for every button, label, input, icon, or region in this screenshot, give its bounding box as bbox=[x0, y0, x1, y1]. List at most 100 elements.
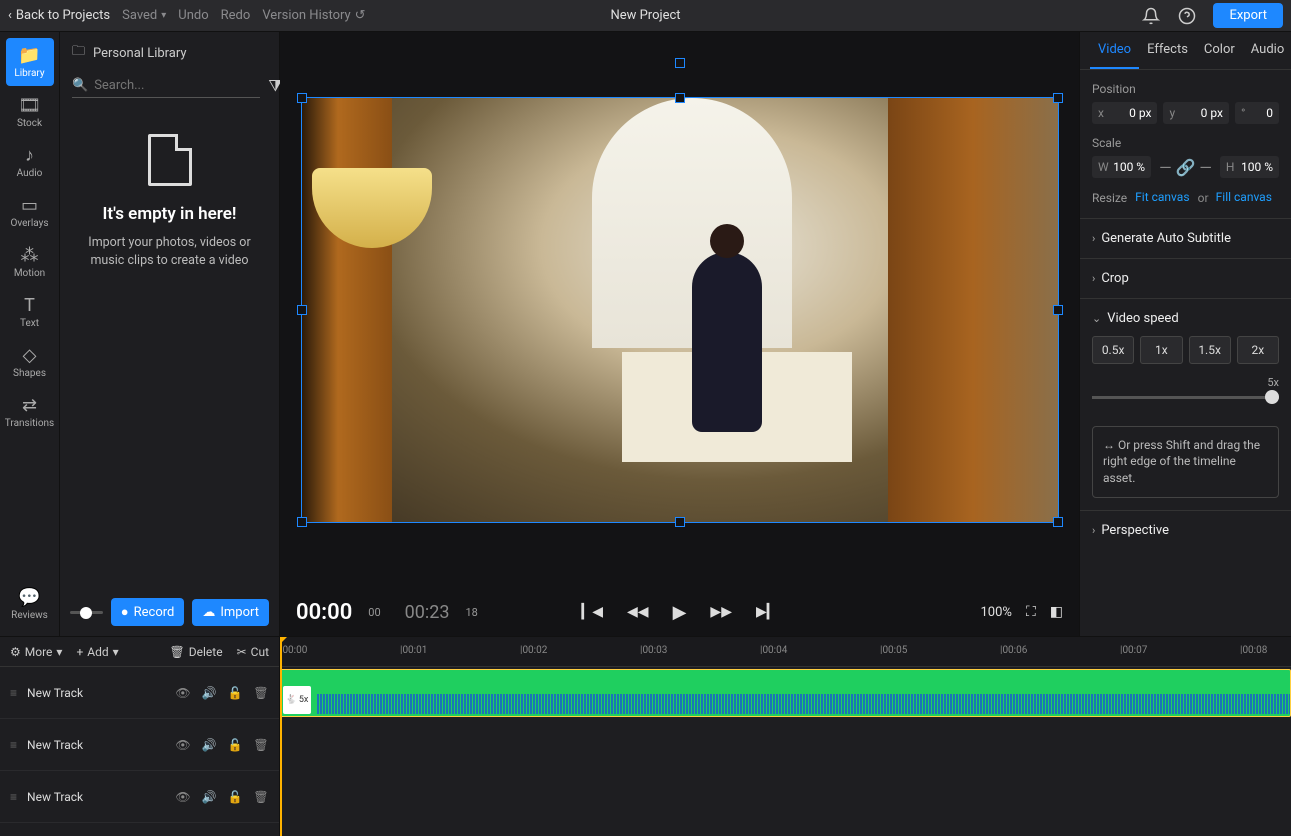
resize-handle-bm[interactable] bbox=[675, 517, 685, 527]
resize-handle-tm[interactable] bbox=[675, 93, 685, 103]
back-to-projects[interactable]: ‹ Back to Projects bbox=[8, 8, 110, 23]
sidebar-tab-transitions[interactable]: ⇄Transitions bbox=[6, 388, 54, 436]
version-history-button[interactable]: Version History ↺ bbox=[262, 8, 365, 23]
forward-icon[interactable]: ▶▶ bbox=[710, 604, 732, 620]
library-header[interactable]: 🗀 Personal Library bbox=[60, 32, 279, 74]
fit-canvas-button[interactable]: Fit canvas bbox=[1127, 190, 1198, 206]
sidebar-tab-library[interactable]: 📁Library bbox=[6, 38, 54, 86]
save-status[interactable]: Saved ▾ bbox=[122, 8, 166, 23]
resize-handle-br[interactable] bbox=[1053, 517, 1063, 527]
track-row[interactable]: ≡ New Track 👁 🔊 🔓 🗑 bbox=[0, 719, 279, 771]
trash-icon[interactable]: 🗑 bbox=[253, 686, 269, 700]
fullscreen-icon[interactable]: ⛶ bbox=[1026, 604, 1036, 620]
redo-button[interactable]: Redo bbox=[221, 8, 251, 23]
track-name[interactable]: New Track bbox=[27, 790, 165, 804]
duration-frame: 18 bbox=[465, 606, 477, 619]
track-row[interactable]: ≡ New Track 👁 🔊 🔓 🗑 bbox=[0, 771, 279, 823]
sidebar-tab-overlays[interactable]: ▭Overlays bbox=[6, 188, 54, 236]
thumbnail-zoom-slider[interactable] bbox=[70, 611, 103, 614]
section-perspective[interactable]: ›Perspective bbox=[1092, 523, 1279, 538]
resize-handle-bl[interactable] bbox=[297, 517, 307, 527]
sidebar-tab-stock[interactable]: 🎞Stock bbox=[6, 88, 54, 136]
speed-slider[interactable]: 5x bbox=[1092, 382, 1279, 402]
eye-icon[interactable]: 👁 bbox=[175, 686, 191, 700]
panel-toggle-icon[interactable]: ◧ bbox=[1050, 604, 1063, 620]
speaker-icon[interactable]: 🔊 bbox=[201, 738, 217, 752]
position-x-input[interactable]: x0 px bbox=[1092, 102, 1157, 124]
tab-audio[interactable]: Audio bbox=[1243, 32, 1291, 69]
resize-handle-mr[interactable] bbox=[1053, 305, 1063, 315]
upload-icon: ☁ bbox=[202, 605, 215, 620]
record-button[interactable]: ●Record bbox=[111, 598, 185, 626]
undo-button[interactable]: Undo bbox=[178, 8, 208, 23]
speed-1x[interactable]: 1x bbox=[1140, 336, 1182, 364]
playhead[interactable] bbox=[280, 637, 282, 836]
search-input[interactable] bbox=[94, 78, 260, 93]
project-title[interactable]: New Project bbox=[610, 8, 680, 23]
delete-button[interactable]: 🗑Delete bbox=[170, 645, 223, 659]
speed-0-5x[interactable]: 0.5x bbox=[1092, 336, 1134, 364]
sidebar-tab-reviews[interactable]: 💬Reviews bbox=[6, 580, 54, 628]
trash-icon[interactable]: 🗑 bbox=[253, 738, 269, 752]
rewind-icon[interactable]: ◀◀ bbox=[627, 604, 649, 620]
track-name[interactable]: New Track bbox=[27, 738, 165, 752]
motion-icon: ⁂ bbox=[21, 245, 39, 266]
fill-canvas-button[interactable]: Fill canvas bbox=[1209, 190, 1280, 206]
speed-2x[interactable]: 2x bbox=[1237, 336, 1279, 364]
drag-handle-icon[interactable]: ≡ bbox=[10, 738, 17, 752]
rotate-handle[interactable] bbox=[675, 58, 685, 68]
sidebar-tab-audio[interactable]: ♪Audio bbox=[6, 138, 54, 186]
sidebar-tab-text[interactable]: TText bbox=[6, 288, 54, 336]
more-menu[interactable]: ⚙More ▾ bbox=[10, 645, 62, 659]
canvas-selection[interactable] bbox=[302, 98, 1058, 522]
sidebar-tab-motion[interactable]: ⁂Motion bbox=[6, 238, 54, 286]
lock-icon[interactable]: 🔓 bbox=[227, 686, 243, 700]
tab-color[interactable]: Color bbox=[1196, 32, 1243, 69]
folder-icon: 🗀 bbox=[72, 42, 85, 64]
section-speed[interactable]: ⌄Video speed bbox=[1092, 311, 1279, 326]
trash-icon: 🗑 bbox=[170, 645, 185, 659]
timeline-clip[interactable]: 🐇 5x bbox=[280, 669, 1291, 717]
tab-effects[interactable]: Effects bbox=[1139, 32, 1196, 69]
search-input-wrap[interactable]: 🔍 bbox=[72, 74, 260, 98]
lock-icon[interactable]: 🔓 bbox=[227, 790, 243, 804]
prev-clip-icon[interactable]: ▎◀ bbox=[581, 604, 603, 620]
help-icon[interactable] bbox=[1177, 6, 1197, 26]
speed-1-5x[interactable]: 1.5x bbox=[1189, 336, 1231, 364]
resize-handle-tr[interactable] bbox=[1053, 93, 1063, 103]
speaker-icon[interactable]: 🔊 bbox=[201, 790, 217, 804]
resize-handle-ml[interactable] bbox=[297, 305, 307, 315]
lock-icon[interactable]: 🔓 bbox=[227, 738, 243, 752]
tab-video[interactable]: Video bbox=[1090, 32, 1139, 69]
section-subtitle[interactable]: ›Generate Auto Subtitle bbox=[1092, 231, 1279, 246]
add-track-button[interactable]: + Add ▾ bbox=[76, 645, 118, 659]
track-name[interactable]: New Track bbox=[27, 686, 165, 700]
track-row[interactable]: ≡ New Track 👁 🔊 🔓 🗑 bbox=[0, 667, 279, 719]
rotation-input[interactable]: °0 bbox=[1235, 102, 1279, 124]
search-icon: 🔍 bbox=[72, 78, 88, 93]
timeline-ruler[interactable]: |00:00 |00:01 |00:02 |00:03 |00:04 |00:0… bbox=[280, 637, 1291, 667]
eye-icon[interactable]: 👁 bbox=[175, 738, 191, 752]
cut-button[interactable]: ✂Cut bbox=[237, 645, 269, 659]
drag-handle-icon[interactable]: ≡ bbox=[10, 790, 17, 804]
chevron-right-icon: › bbox=[1092, 272, 1095, 285]
canvas-zoom[interactable]: 100% bbox=[981, 605, 1012, 620]
trash-icon[interactable]: 🗑 bbox=[253, 790, 269, 804]
export-button[interactable]: Export bbox=[1213, 3, 1283, 28]
scale-h-input[interactable]: H100 % bbox=[1220, 156, 1279, 178]
play-icon[interactable]: ▶ bbox=[673, 602, 687, 623]
record-icon: ● bbox=[121, 604, 129, 620]
resize-handle-tl[interactable] bbox=[297, 93, 307, 103]
bell-icon[interactable] bbox=[1141, 6, 1161, 26]
position-y-input[interactable]: y0 px bbox=[1163, 102, 1228, 124]
next-clip-icon[interactable]: ▶▎ bbox=[756, 604, 778, 620]
sidebar-tab-shapes[interactable]: ◇Shapes bbox=[6, 338, 54, 386]
settings-icon: ⚙ bbox=[10, 645, 21, 659]
eye-icon[interactable]: 👁 bbox=[175, 790, 191, 804]
drag-handle-icon[interactable]: ≡ bbox=[10, 686, 17, 700]
speaker-icon[interactable]: 🔊 bbox=[201, 686, 217, 700]
section-crop[interactable]: ›Crop bbox=[1092, 271, 1279, 286]
import-button[interactable]: ☁Import bbox=[192, 599, 269, 626]
link-icon[interactable]: — 🔗 — bbox=[1157, 158, 1214, 177]
scale-w-input[interactable]: W100 % bbox=[1092, 156, 1151, 178]
